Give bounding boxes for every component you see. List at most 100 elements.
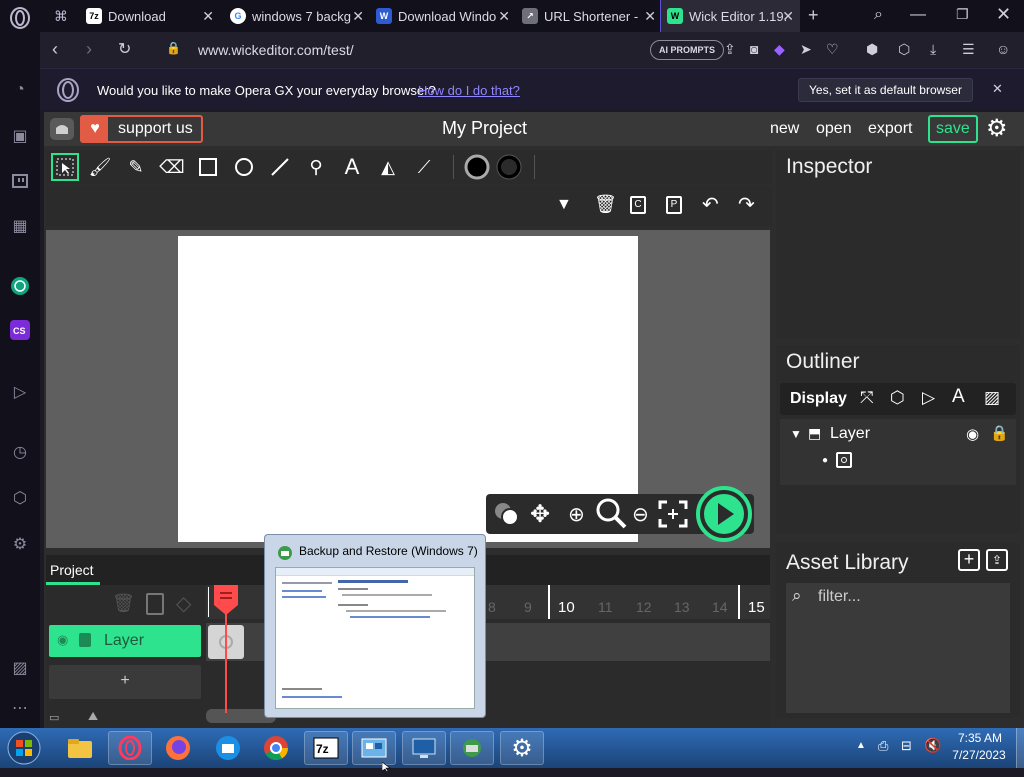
cs-app-icon[interactable]: CS [8, 318, 32, 342]
chatgpt-icon[interactable] [8, 274, 32, 298]
play-button-icon[interactable] [696, 486, 752, 547]
playhead[interactable] [214, 585, 238, 615]
remote-desktop-taskbar-icon[interactable] [402, 731, 446, 765]
project-tab[interactable]: Project [46, 555, 100, 585]
new-tab-icon[interactable]: + [808, 5, 819, 26]
delete-layer-icon[interactable]: 🗑 [112, 593, 135, 614]
asset-filter-input[interactable]: filter... [818, 588, 861, 606]
save-button[interactable]: save [928, 115, 978, 143]
briefcase-icon[interactable]: ▣ [8, 124, 32, 148]
clock-date[interactable]: 7/27/2023 [948, 748, 1010, 762]
profile-icon[interactable]: ☺ [996, 41, 1010, 57]
timeline-scale-icon[interactable]: ▭ [49, 711, 59, 724]
vpn-shield-icon[interactable]: ◆ [774, 41, 785, 58]
eraser-tool-icon[interactable]: ⌫ [158, 153, 186, 181]
eyedropper-tool-icon[interactable]: ⟋ [410, 153, 438, 181]
more-icon[interactable]: ⋯ [8, 696, 32, 720]
add-asset-icon[interactable]: + [958, 549, 980, 571]
pencil-tool-icon[interactable]: ✎ [122, 153, 150, 181]
how-do-i-link[interactable]: How do I do that? [418, 83, 520, 98]
fill-color-swatch[interactable] [463, 153, 491, 181]
image-filter-icon[interactable]: ▨ [984, 388, 1000, 408]
show-hidden-icons[interactable]: ▲ [856, 740, 866, 751]
thunderbird-taskbar-icon[interactable] [206, 731, 250, 765]
back-icon[interactable]: ‹ [52, 39, 58, 60]
copy-icon[interactable]: C [630, 196, 646, 214]
text-tool-icon[interactable]: A [338, 153, 366, 181]
frame-icon[interactable] [836, 452, 852, 468]
ellipse-tool-icon[interactable] [230, 153, 258, 181]
explorer-taskbar-icon[interactable] [58, 731, 102, 765]
settings-taskbar-icon[interactable]: ⚙ [500, 731, 544, 765]
minimize-icon[interactable]: — [910, 6, 926, 24]
lock-icon[interactable]: 🔒 [990, 424, 1009, 442]
start-button-icon[interactable] [6, 730, 42, 771]
button-filter-icon[interactable]: ▷ [922, 388, 935, 408]
path-cursor-tool-icon[interactable]: ⚲ [302, 153, 330, 181]
undo-icon[interactable]: ↶ [702, 192, 719, 217]
player-icon[interactable]: ▷ [8, 380, 32, 404]
close-banner-icon[interactable]: ✕ [992, 81, 1003, 97]
zoom-icon[interactable] [594, 496, 628, 535]
volume-muted-icon[interactable]: 🔇 [924, 737, 941, 754]
collapse-arrow-icon[interactable]: ▼ [790, 427, 802, 441]
settings-icon[interactable]: ⚙ [8, 532, 32, 556]
new-button[interactable]: new [770, 120, 799, 138]
export-button[interactable]: export [868, 120, 912, 138]
fit-screen-icon[interactable] [658, 500, 688, 533]
layer-visibility-icon[interactable]: ◉ [57, 632, 68, 648]
cube-icon[interactable]: ⬡ [8, 486, 32, 510]
line-tool-icon[interactable] [266, 153, 294, 181]
dropdown-arrow-icon[interactable]: ▼ [556, 196, 572, 214]
device-tray-icon[interactable]: ⎙ [878, 738, 888, 754]
open-button[interactable]: open [816, 120, 852, 138]
upload-asset-icon[interactable]: ⇪ [986, 549, 1008, 571]
pan-icon[interactable]: ✥ [530, 500, 550, 529]
fill-bucket-tool-icon[interactable]: ◭ [374, 153, 402, 181]
tab-gx-icon[interactable]: ⌘ [48, 0, 80, 32]
speed-icon[interactable]: ◔ [8, 78, 32, 102]
network-tray-icon[interactable]: ⊟ [901, 738, 912, 754]
tab-wick-editor[interactable]: W Wick Editor 1.19. ✕ [660, 0, 800, 32]
7zip-taskbar-icon[interactable]: 7z [304, 731, 348, 765]
download-icon[interactable]: ⤓ [930, 41, 936, 58]
show-desktop-button[interactable] [1016, 728, 1024, 768]
backup-restore-taskbar-icon[interactable] [450, 731, 494, 765]
share-icon[interactable]: ⇪ [724, 41, 736, 58]
project-title[interactable]: My Project [442, 118, 527, 139]
layer-lock-icon[interactable] [79, 633, 91, 647]
gallery-icon[interactable]: ▨ [8, 656, 32, 680]
history-icon[interactable]: ◷ [8, 440, 32, 464]
tween-icon[interactable]: ◇ [176, 591, 191, 616]
paste-icon[interactable]: P [666, 196, 682, 214]
easy-setup-icon[interactable]: ☰ [962, 41, 975, 58]
search-tabs-icon[interactable]: ⌕ [874, 6, 883, 24]
reload-icon[interactable]: ↻ [118, 39, 131, 59]
redo-icon[interactable]: ↷ [738, 192, 755, 217]
zoom-in-icon[interactable]: ⊕ [568, 502, 585, 527]
clip-filter-icon[interactable]: ⬡ [890, 388, 905, 408]
support-us-button[interactable]: ♥ support us [80, 115, 203, 143]
text-filter-icon[interactable]: A [952, 386, 965, 408]
url-field[interactable]: www.wickeditor.com/test/ [198, 42, 354, 58]
close-icon[interactable]: ✕ [782, 8, 794, 25]
rectangle-tool-icon[interactable] [194, 153, 222, 181]
set-default-button[interactable]: Yes, set it as default browser [798, 78, 973, 102]
close-window-icon[interactable]: ✕ [996, 4, 1011, 25]
close-icon[interactable]: ✕ [498, 8, 510, 25]
close-icon[interactable]: ✕ [202, 8, 214, 25]
camera-icon[interactable]: ◙ [750, 41, 758, 57]
tab-url-shortener[interactable]: ↗ URL Shortener - ✕ [516, 0, 662, 32]
delete-icon[interactable]: 🗑 [594, 194, 617, 215]
brush-tool-icon[interactable]: 🖌 [86, 153, 114, 181]
chrome-taskbar-icon[interactable] [254, 731, 298, 765]
restore-icon[interactable]: ❐ [956, 6, 969, 23]
send-icon[interactable]: ➤ [800, 41, 812, 58]
taskbar-preview-window[interactable]: Backup and Restore (Windows 7) [264, 534, 486, 718]
add-frame-icon[interactable] [146, 593, 164, 615]
settings-gear-icon[interactable]: ⚙ [986, 114, 1008, 143]
add-layer-button[interactable]: + [49, 665, 201, 699]
visible-eye-icon[interactable]: ◉ [966, 425, 979, 443]
tab-download-windows[interactable]: W Download Windo ✕ [370, 0, 516, 32]
close-icon[interactable]: ✕ [352, 8, 364, 25]
